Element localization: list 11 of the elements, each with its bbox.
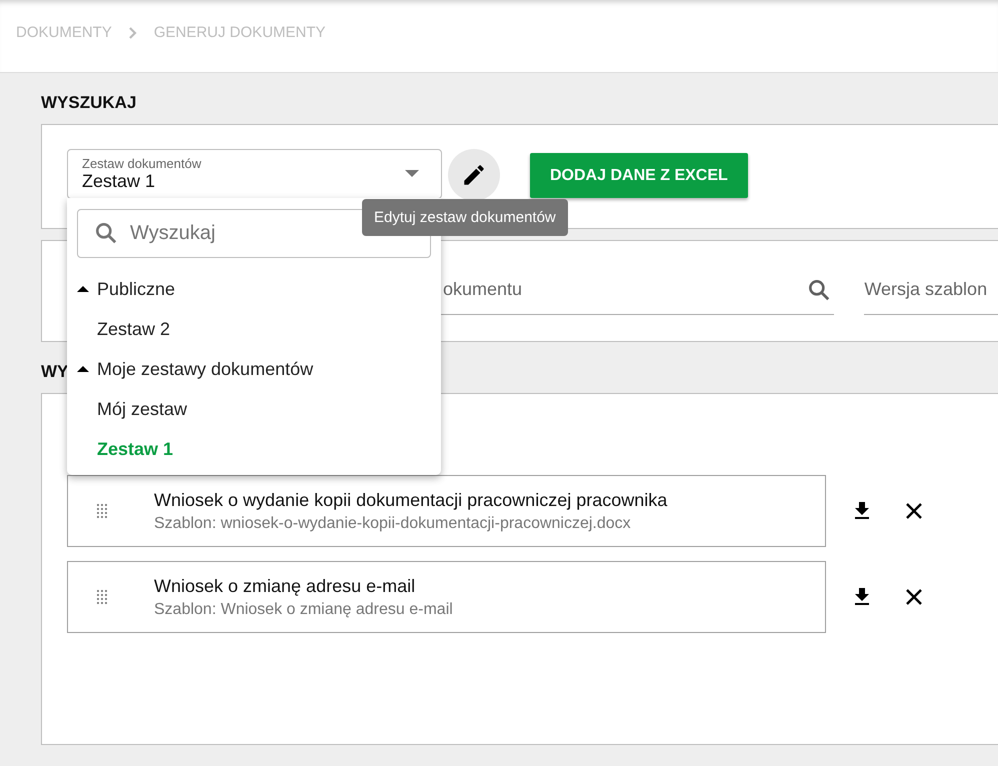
document-title: Wniosek o wydanie kopii dokumentacji pracowniczej pracownika	[154, 489, 668, 511]
tooltip: Edytuj zestaw dokumentów	[362, 199, 568, 236]
placeholder-text: Wersja szablon	[864, 279, 988, 300]
template-name: Szablon: wniosek-o-wydanie-kopii-dokumentacji-pracowniczej.docx	[154, 515, 632, 533]
template-name: Szablon: Wniosek o zmianę adresu e-mail	[154, 601, 453, 619]
selected-value: Zestaw 1	[82, 171, 156, 192]
section-heading: WY	[41, 361, 68, 383]
field-label: Zestaw dokumentów	[82, 156, 202, 171]
document-title: Wniosek o zmianę adresu e-mail	[154, 575, 416, 597]
section-heading: WYSZUKAJ	[41, 92, 136, 114]
placeholder-text: okumentu	[443, 279, 522, 300]
